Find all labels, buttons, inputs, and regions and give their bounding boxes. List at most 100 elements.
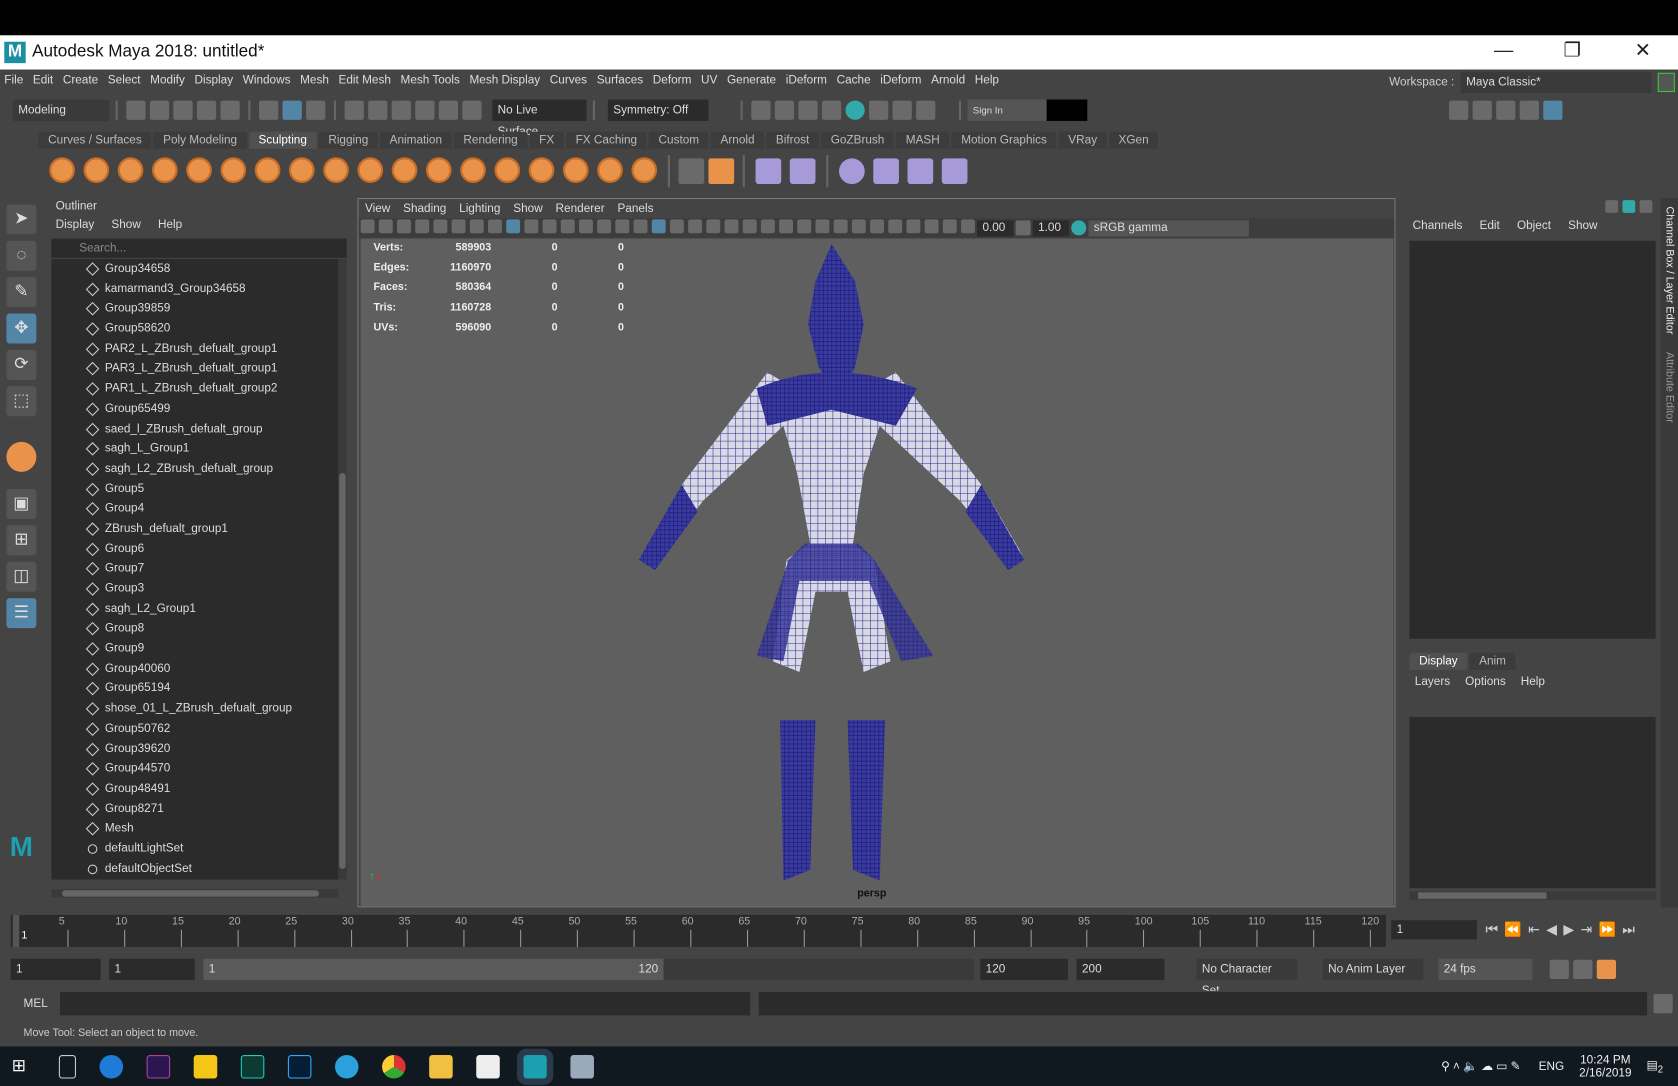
layer-tab-display[interactable]: Display	[1409, 652, 1468, 670]
new-scene-icon[interactable]	[126, 100, 146, 120]
shelf-tab-curves-surfaces[interactable]: Curves / Surfaces	[38, 131, 152, 149]
outliner-horizontal-scrollbar[interactable]	[51, 889, 339, 898]
shelf-tab-rigging[interactable]: Rigging	[318, 131, 378, 149]
outliner-item[interactable]: Group50762	[51, 719, 338, 739]
pause-icon[interactable]	[916, 100, 936, 120]
viewport-tool-icon[interactable]	[833, 219, 848, 234]
menu-curves[interactable]: Curves	[550, 74, 587, 87]
render-view-icon[interactable]	[751, 100, 771, 120]
menu-modify[interactable]: Modify	[150, 74, 185, 87]
outliner-item[interactable]: PAR3_L_ZBrush_defualt_group1	[51, 359, 338, 379]
mel-label[interactable]: MEL	[24, 997, 60, 1010]
shelf-tab-bifrost[interactable]: Bifrost	[766, 131, 819, 149]
viewport-tool-icon[interactable]	[870, 219, 884, 234]
snap-grid-icon[interactable]	[344, 100, 364, 120]
auto-key-icon[interactable]	[1573, 959, 1593, 980]
photos-icon[interactable]	[476, 1054, 500, 1079]
outliner-menu-display[interactable]: Display	[56, 218, 95, 231]
outliner-item[interactable]: Group4	[51, 499, 338, 519]
select-component-icon[interactable]	[306, 100, 326, 120]
workspace-selector[interactable]: Workspace : Maya Classic*	[1389, 71, 1675, 94]
symmetry-field[interactable]: Symmetry: Off	[607, 99, 709, 121]
menu-ideform[interactable]: iDeform	[880, 74, 921, 87]
outliner-item[interactable]: Group65194	[51, 679, 338, 699]
viewport-tool-icon[interactable]	[469, 219, 484, 234]
lasso-tool-icon[interactable]: ◌	[6, 240, 37, 271]
sculpt-brush-icon[interactable]	[425, 156, 452, 183]
channel-box-side-tab[interactable]: Channel Box / Layer Editor	[1661, 198, 1677, 343]
menu-uv[interactable]: UV	[701, 74, 717, 87]
fps-dropdown[interactable]: 24 fps	[1438, 958, 1533, 981]
minimize-button[interactable]: —	[1488, 40, 1520, 62]
outliner-item[interactable]: shose_01_L_ZBrush_defualt_group	[51, 699, 338, 719]
color-space-dropdown[interactable]: sRGB gamma	[1088, 219, 1249, 236]
rotate-tool-icon[interactable]: ⟳	[6, 349, 37, 380]
telegram-icon[interactable]	[334, 1054, 359, 1079]
outliner-item[interactable]: Group39620	[51, 739, 338, 759]
undo-icon[interactable]	[196, 100, 217, 120]
sculpt-tool-icon[interactable]	[6, 441, 37, 472]
viewport-tool-icon[interactable]	[597, 219, 612, 234]
viewport-tool-icon[interactable]	[397, 219, 411, 234]
viewport-tool-icon[interactable]	[378, 219, 393, 234]
app-icon[interactable]	[570, 1054, 594, 1079]
outliner-item[interactable]: ZBrush_defualt_group1	[51, 519, 338, 539]
channel-box-icon-3[interactable]	[1639, 200, 1653, 213]
exposure-field[interactable]: 0.00	[977, 219, 1014, 236]
time-slider[interactable]: 1 5 10 15 20 25 30 35 40 45 50 55 60 65 70 75 80 85 90 95 10…	[10, 914, 1386, 947]
menu-select[interactable]: Select	[108, 74, 141, 87]
outliner-item[interactable]: PAR2_L_ZBrush_defualt_group1	[51, 339, 338, 359]
ipr-render-icon[interactable]	[798, 100, 818, 120]
snap-point-icon[interactable]	[391, 100, 411, 120]
gamma-field[interactable]: 1.00	[1032, 219, 1070, 236]
outliner-item[interactable]: defaultObjectSet	[51, 859, 338, 879]
shelf-tab-motion-graphics[interactable]: Motion Graphics	[951, 131, 1057, 149]
attribute-editor-side-tab[interactable]: Attribute Editor	[1661, 343, 1677, 431]
playback-button-icon[interactable]: ⏪	[1504, 921, 1528, 937]
close-button[interactable]: ✕	[1627, 40, 1659, 62]
outliner-item[interactable]: Group39859	[51, 299, 338, 319]
menu-edit[interactable]: Edit	[33, 74, 53, 87]
viewport-menu-lighting[interactable]: Lighting	[459, 202, 500, 215]
layer-menu-options[interactable]: Options	[1465, 675, 1506, 688]
loop-icon[interactable]	[1549, 959, 1569, 980]
outliner-item[interactable]: Group8271	[51, 799, 338, 819]
menu-set-dropdown[interactable]: Modeling	[12, 99, 110, 121]
tray-icons[interactable]: ⚲ ˄ 🔈 ☁ ▭ ✎	[1441, 1060, 1520, 1073]
sculpt-brush-icon[interactable]	[220, 156, 247, 183]
viewport-menu-renderer[interactable]: Renderer	[556, 202, 605, 215]
viewport-tool-icon[interactable]	[451, 219, 466, 234]
channel-box-menu-object[interactable]: Object	[1517, 219, 1551, 232]
menu-deform[interactable]: Deform	[653, 74, 692, 87]
menu-cache[interactable]: Cache	[837, 74, 871, 87]
outliner-layout-icon[interactable]: ☰	[6, 598, 37, 629]
media-player-icon[interactable]	[193, 1054, 218, 1079]
outliner-item[interactable]: Mesh	[51, 819, 338, 839]
outliner-item[interactable]: sagh_L_Group1	[51, 439, 338, 459]
snap-view-icon[interactable]	[415, 100, 435, 120]
sign-in-button[interactable]: Sign In	[967, 99, 1047, 121]
render-setup-icon[interactable]	[869, 100, 889, 120]
shelf-tab-gozbrush[interactable]: GoZBrush	[821, 131, 895, 149]
channel-box-menu-channels[interactable]: Channels	[1413, 219, 1463, 232]
layer-scrollbar[interactable]	[1409, 891, 1656, 900]
menu-mesh-tools[interactable]: Mesh Tools	[401, 74, 460, 87]
render-settings-icon[interactable]	[821, 100, 842, 120]
two-view-icon[interactable]: ◫	[6, 561, 37, 592]
menu-generate[interactable]: Generate	[727, 74, 776, 87]
shelf-tab-fx-caching[interactable]: FX Caching	[565, 131, 647, 149]
outliner-item[interactable]: Group34658	[51, 259, 338, 279]
lock-icon[interactable]	[1657, 72, 1675, 93]
sculpt-brush-icon[interactable]	[391, 156, 418, 183]
viewport-tool-icon[interactable]	[633, 219, 648, 234]
move-tool-icon[interactable]: ✥	[6, 313, 37, 344]
channel-box-toggle-icon[interactable]	[1543, 100, 1563, 120]
menu-arnold[interactable]: Arnold	[931, 74, 965, 87]
tool-settings-icon[interactable]	[1519, 100, 1539, 120]
viewport-menu-shading[interactable]: Shading	[403, 202, 446, 215]
modeling-toolkit-icon[interactable]	[1449, 100, 1469, 120]
viewport-tool-icon[interactable]	[488, 219, 502, 234]
viewport-tool-icon[interactable]	[669, 219, 684, 234]
viewport-tool-icon[interactable]	[779, 219, 794, 234]
outliner-item[interactable]: Group9	[51, 639, 338, 659]
